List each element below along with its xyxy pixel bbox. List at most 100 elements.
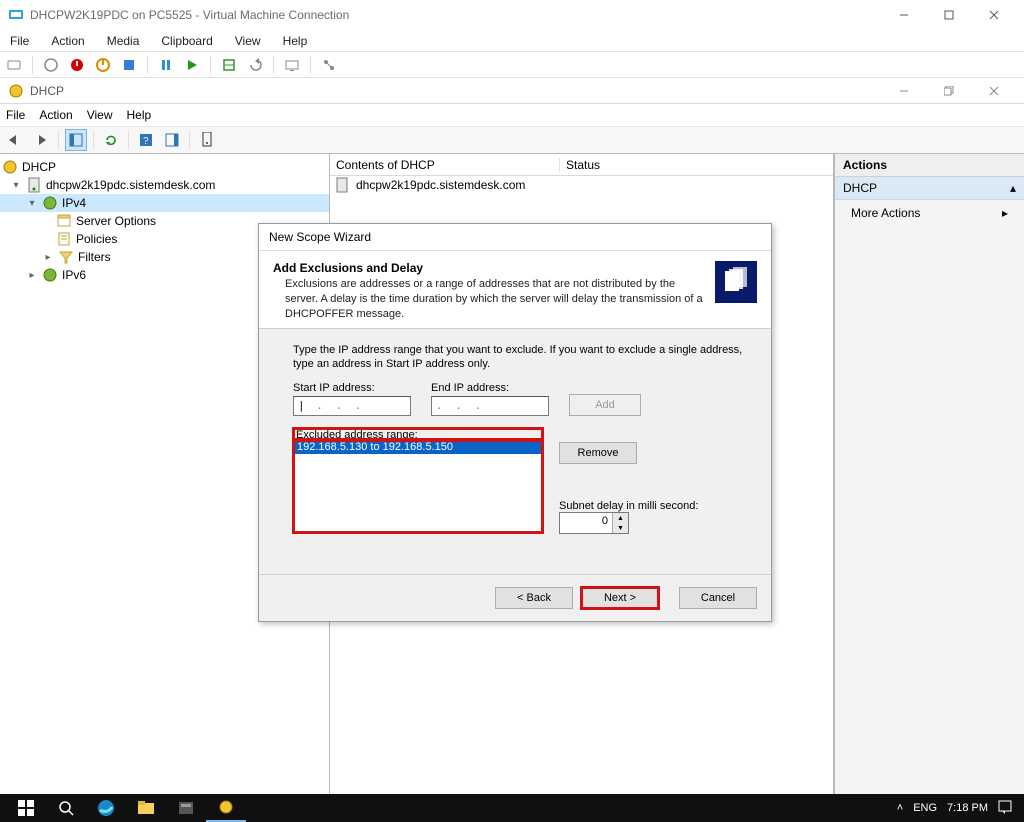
pause-icon[interactable]: [156, 55, 176, 75]
chevron-down-icon[interactable]: ▾: [10, 180, 22, 191]
taskbar-dhcp-icon[interactable]: [206, 794, 246, 822]
search-icon[interactable]: [46, 794, 86, 822]
vm-menu-file[interactable]: File: [6, 32, 33, 50]
vm-menu-clipboard[interactable]: Clipboard: [157, 32, 216, 50]
dhcp-app-icon: [8, 83, 24, 99]
vm-close-button[interactable]: [971, 1, 1016, 30]
dhcp-toolbar: ?: [0, 126, 1024, 154]
start-ip-label: Start IP address:: [293, 382, 411, 394]
wizard-instruction: Type the IP address range that you want …: [293, 343, 747, 373]
remove-button[interactable]: Remove: [559, 442, 637, 464]
share-icon[interactable]: [319, 55, 339, 75]
options-icon: [56, 213, 72, 229]
enhanced-icon[interactable]: [282, 55, 302, 75]
vm-icon: [8, 7, 24, 23]
turnoff-icon[interactable]: [67, 55, 87, 75]
new-scope-wizard: New Scope Wizard Add Exclusions and Dela…: [258, 223, 772, 622]
vm-toolbar: [0, 52, 1024, 78]
cancel-button[interactable]: Cancel: [679, 587, 757, 609]
dhcp-menubar: File Action View Help: [0, 104, 1024, 126]
wizard-title: New Scope Wizard: [259, 224, 771, 251]
taskbar-servermgr-icon[interactable]: [166, 794, 206, 822]
wizard-heading: Add Exclusions and Delay: [273, 261, 705, 275]
actions-section[interactable]: DHCP ▴: [835, 177, 1024, 200]
dhcp-restore-button[interactable]: [926, 76, 971, 105]
dhcp-titlebar: DHCP: [0, 78, 1024, 104]
forward-icon[interactable]: [30, 129, 52, 151]
add-button[interactable]: Add: [569, 394, 641, 416]
back-icon[interactable]: [4, 129, 26, 151]
taskbar-edge-icon[interactable]: [86, 794, 126, 822]
content-col-status[interactable]: Status: [560, 158, 600, 172]
back-button[interactable]: < Back: [495, 587, 573, 609]
vm-title: DHCPW2K19PDC on PC5525 - Virtual Machine…: [30, 8, 349, 22]
excluded-listbox[interactable]: 192.168.5.130 to 192.168.5.150: [293, 439, 543, 533]
show-hide-tree-icon[interactable]: [65, 129, 87, 151]
shutdown-icon[interactable]: [93, 55, 113, 75]
vm-maximize-button[interactable]: [926, 1, 971, 30]
vm-titlebar: DHCPW2K19PDC on PC5525 - Virtual Machine…: [0, 0, 1024, 30]
chevron-down-icon[interactable]: ▾: [26, 198, 38, 209]
vm-minimize-button[interactable]: [881, 1, 926, 30]
end-ip-input[interactable]: . . .: [431, 396, 549, 416]
chevron-right-icon[interactable]: ▸: [42, 252, 54, 263]
spinner-down-icon[interactable]: ▼: [613, 523, 628, 533]
tree-server[interactable]: ▾ dhcpw2k19pdc.sistemdesk.com: [0, 176, 329, 194]
server-row-icon: [334, 177, 350, 193]
dhcp-root-icon: [2, 159, 18, 175]
server-icon[interactable]: [196, 129, 218, 151]
dhcp-title: DHCP: [30, 84, 64, 98]
next-button[interactable]: Next >: [581, 587, 659, 609]
tray-time[interactable]: 7:18 PM: [947, 802, 988, 814]
excluded-entry[interactable]: 192.168.5.130 to 192.168.5.150: [294, 440, 542, 454]
chevron-right-icon[interactable]: ▸: [26, 270, 38, 281]
help-icon[interactable]: ?: [135, 129, 157, 151]
chevron-right-icon: ▸: [1002, 206, 1008, 220]
start-icon[interactable]: [41, 55, 61, 75]
tree-root[interactable]: DHCP: [0, 158, 329, 176]
dhcp-minimize-button[interactable]: [881, 76, 926, 105]
start-button[interactable]: [6, 794, 46, 822]
subnet-delay-spinner[interactable]: 0 ▲ ▼: [559, 512, 629, 534]
save-icon[interactable]: [119, 55, 139, 75]
vm-menu-media[interactable]: Media: [103, 32, 144, 50]
dhcp-close-button[interactable]: [971, 76, 1016, 105]
actions-pane-icon[interactable]: [161, 129, 183, 151]
dhcp-menu-view[interactable]: View: [87, 108, 113, 122]
wizard-footer: < Back Next > Cancel: [259, 574, 771, 621]
vm-menu-view[interactable]: View: [231, 32, 265, 50]
vm-menu-action[interactable]: Action: [47, 32, 88, 50]
actions-title: Actions: [835, 154, 1024, 177]
dhcp-menu-action[interactable]: Action: [39, 108, 72, 122]
actions-pane: Actions DHCP ▴ More Actions ▸: [834, 154, 1024, 794]
content-col-contents[interactable]: Contents of DHCP: [330, 158, 560, 172]
start-ip-input[interactable]: . . .: [293, 396, 411, 416]
content-header: Contents of DHCP Status: [330, 154, 833, 176]
end-ip-label: End IP address:: [431, 382, 549, 394]
revert-icon[interactable]: [245, 55, 265, 75]
tray-lang[interactable]: ENG: [913, 802, 937, 814]
system-tray[interactable]: ˄ ENG 7:18 PM: [897, 800, 1018, 817]
content-row-server[interactable]: dhcpw2k19pdc.sistemdesk.com: [330, 176, 833, 194]
tree-ipv4[interactable]: ▾ IPv4: [0, 194, 329, 212]
refresh-icon[interactable]: [100, 129, 122, 151]
server-node-icon: [26, 177, 42, 193]
wizard-header: Add Exclusions and Delay Exclusions are …: [259, 251, 771, 329]
actions-more[interactable]: More Actions ▸: [835, 200, 1024, 226]
checkpoint-icon[interactable]: [219, 55, 239, 75]
tray-up-icon[interactable]: ˄: [897, 802, 903, 814]
taskbar: ˄ ENG 7:18 PM: [0, 794, 1024, 822]
vm-menu-help[interactable]: Help: [279, 32, 312, 50]
subnet-delay-label: Subnet delay in milli second:: [559, 500, 698, 512]
collapse-icon[interactable]: ▴: [1010, 181, 1016, 195]
dhcp-menu-help[interactable]: Help: [127, 108, 152, 122]
ipv4-icon: [42, 195, 58, 211]
vm-menubar: File Action Media Clipboard View Help: [0, 30, 1024, 52]
wizard-desc: Exclusions are addresses or a range of a…: [273, 277, 705, 322]
tray-notifications-icon[interactable]: [998, 800, 1012, 817]
spinner-up-icon[interactable]: ▲: [613, 513, 628, 523]
reset-icon[interactable]: [182, 55, 202, 75]
ctrlaltdel-icon[interactable]: [4, 55, 24, 75]
taskbar-explorer-icon[interactable]: [126, 794, 166, 822]
dhcp-menu-file[interactable]: File: [6, 108, 25, 122]
